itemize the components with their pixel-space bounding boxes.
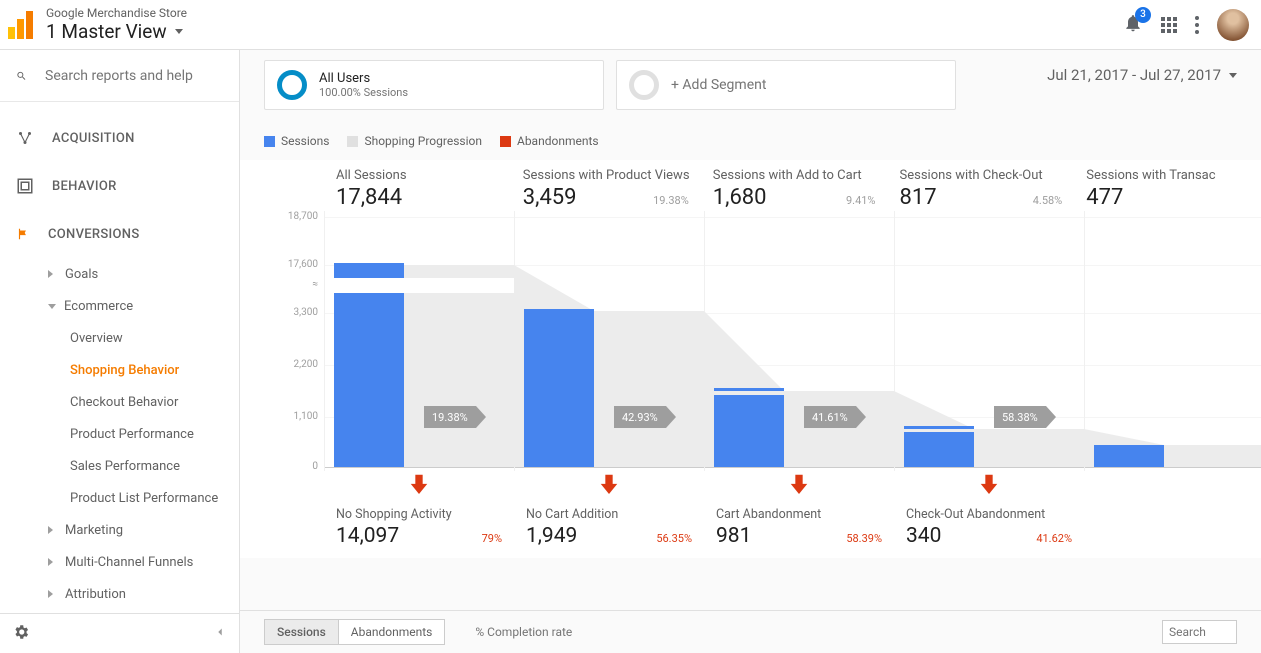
acquisition-icon	[16, 129, 34, 147]
view-name: 1 Master View	[46, 20, 167, 43]
apps-icon[interactable]	[1161, 17, 1177, 33]
segment-all-users[interactable]: All Users 100.00% Sessions	[264, 60, 604, 110]
funnel-stage-transactions[interactable]: Sessions with Transac 477	[1074, 160, 1261, 210]
legend-shopping-progression[interactable]: Shopping Progression	[347, 134, 482, 148]
bar-add-to-cart-top[interactable]	[714, 388, 784, 391]
chart-legend: Sessions Shopping Progression Abandonmen…	[240, 110, 1261, 160]
abandon-arrow-icon	[788, 471, 810, 495]
behavior-icon	[16, 177, 34, 195]
swatch-icon	[347, 136, 358, 147]
nav-product-list-performance[interactable]: Product List Performance	[70, 482, 239, 514]
nav-product-performance[interactable]: Product Performance	[70, 418, 239, 450]
donut-icon	[277, 70, 307, 100]
tab-sessions[interactable]: Sessions	[264, 619, 339, 645]
nav-multi-channel-funnels[interactable]: Multi-Channel Funnels	[22, 546, 239, 578]
progression-tag-1[interactable]: 19.38%	[424, 406, 476, 428]
bar-all-sessions[interactable]	[334, 293, 404, 467]
date-range-picker[interactable]: Jul 21, 2017 - Jul 27, 2017	[1047, 60, 1237, 84]
swatch-icon	[500, 136, 511, 147]
view-selector[interactable]: Google Merchandise Store 1 Master View	[46, 6, 1123, 43]
caret-right-icon	[48, 526, 57, 534]
search-input[interactable]	[45, 68, 223, 84]
progression-tag-2[interactable]: 42.93%	[614, 406, 666, 428]
funnel-plot: 19.38% 42.93% 41.61% 58.38%	[324, 211, 1261, 471]
legend-abandonments[interactable]: Abandonments	[500, 134, 599, 148]
bar-all-sessions-upper[interactable]	[334, 263, 404, 278]
account-name: Google Merchandise Store	[46, 6, 1123, 20]
bar-transactions[interactable]	[1094, 445, 1164, 467]
caret-down-icon	[48, 304, 56, 309]
progression-tag-3[interactable]: 41.61%	[804, 406, 856, 428]
left-nav: ACQUISITION BEHAVIOR CONVERSIONS Goals E…	[0, 50, 240, 653]
caret-right-icon	[48, 590, 57, 598]
bar-checkout[interactable]	[904, 432, 974, 467]
analytics-logo-icon	[6, 9, 38, 41]
more-menu-icon[interactable]	[1195, 16, 1199, 34]
abandon-no-cart[interactable]: No Cart Addition 1,94956.35%	[514, 507, 704, 548]
funnel-stage-all-sessions[interactable]: All Sessions 17,844	[324, 160, 511, 210]
segment-title: All Users	[319, 71, 408, 86]
caret-right-icon	[48, 558, 57, 566]
nav-goals[interactable]: Goals	[22, 258, 239, 290]
funnel-stage-add-to-cart[interactable]: Sessions with Add to Cart 1,6809.41%	[701, 160, 888, 210]
nav-conversions[interactable]: CONVERSIONS	[0, 210, 239, 258]
axis-break-icon: ≈	[312, 279, 318, 290]
add-segment[interactable]: + Add Segment	[616, 60, 956, 110]
admin-gear-icon[interactable]	[12, 623, 30, 645]
bar-add-to-cart[interactable]	[714, 395, 784, 467]
nav-acquisition[interactable]: ACQUISITION	[0, 114, 239, 162]
nav-attribution[interactable]: Attribution	[22, 578, 239, 610]
search-reports[interactable]	[0, 50, 239, 102]
abandon-cart[interactable]: Cart Abandonment 98158.39%	[704, 507, 894, 548]
nav-marketing[interactable]: Marketing	[22, 514, 239, 546]
funnel-stage-checkout[interactable]: Sessions with Check-Out 8174.58%	[888, 160, 1075, 210]
bar-product-views[interactable]	[524, 309, 594, 467]
bar-checkout-top[interactable]	[904, 426, 974, 429]
nav-behavior[interactable]: BEHAVIOR	[0, 162, 239, 210]
nav-ecommerce-overview[interactable]: Overview	[70, 322, 239, 354]
nav-shopping-behavior[interactable]: Shopping Behavior	[70, 354, 239, 386]
y-axis: 18,700 17,600 ≈ 3,300 2,200 1,100 0	[264, 211, 324, 471]
nav-ecommerce[interactable]: Ecommerce	[22, 290, 239, 322]
nav-checkout-behavior[interactable]: Checkout Behavior	[70, 386, 239, 418]
abandon-no-shopping[interactable]: No Shopping Activity 14,09779%	[324, 507, 514, 548]
abandon-arrow-icon	[978, 471, 1000, 495]
notifications-button[interactable]: 3	[1123, 13, 1143, 37]
user-avatar[interactable]	[1217, 9, 1249, 41]
add-segment-label: + Add Segment	[671, 77, 766, 93]
caret-right-icon	[48, 270, 57, 278]
donut-icon	[629, 70, 659, 100]
completion-rate-toggle[interactable]: % Completion rate	[475, 625, 572, 639]
segment-subtitle: 100.00% Sessions	[319, 86, 408, 99]
search-icon	[16, 67, 27, 85]
table-search-input[interactable]	[1162, 620, 1237, 644]
collapse-nav-icon[interactable]	[213, 625, 227, 643]
abandon-arrow-icon	[408, 471, 430, 495]
main-content: All Users 100.00% Sessions + Add Segment…	[240, 50, 1261, 653]
funnel-chart: All Sessions 17,844 Sessions with Produc…	[240, 160, 1261, 558]
app-header: Google Merchandise Store 1 Master View 3	[0, 0, 1261, 50]
tab-abandonments[interactable]: Abandonments	[339, 619, 446, 645]
chevron-down-icon	[1229, 73, 1237, 78]
nav-sales-performance[interactable]: Sales Performance	[70, 450, 239, 482]
progression-tag-4[interactable]: 58.38%	[994, 406, 1046, 428]
funnel-stage-product-views[interactable]: Sessions with Product Views 3,45919.38%	[511, 160, 701, 210]
legend-sessions[interactable]: Sessions	[264, 134, 329, 148]
chevron-down-icon	[175, 29, 183, 34]
abandon-checkout[interactable]: Check-Out Abandonment 34041.62%	[894, 507, 1084, 548]
nav-footer	[0, 613, 239, 653]
swatch-icon	[264, 136, 275, 147]
flag-icon	[16, 227, 30, 241]
bottom-tabs: Sessions Abandonments % Completion rate	[240, 610, 1261, 653]
abandon-arrow-icon	[598, 471, 620, 495]
notification-badge: 3	[1135, 7, 1151, 23]
